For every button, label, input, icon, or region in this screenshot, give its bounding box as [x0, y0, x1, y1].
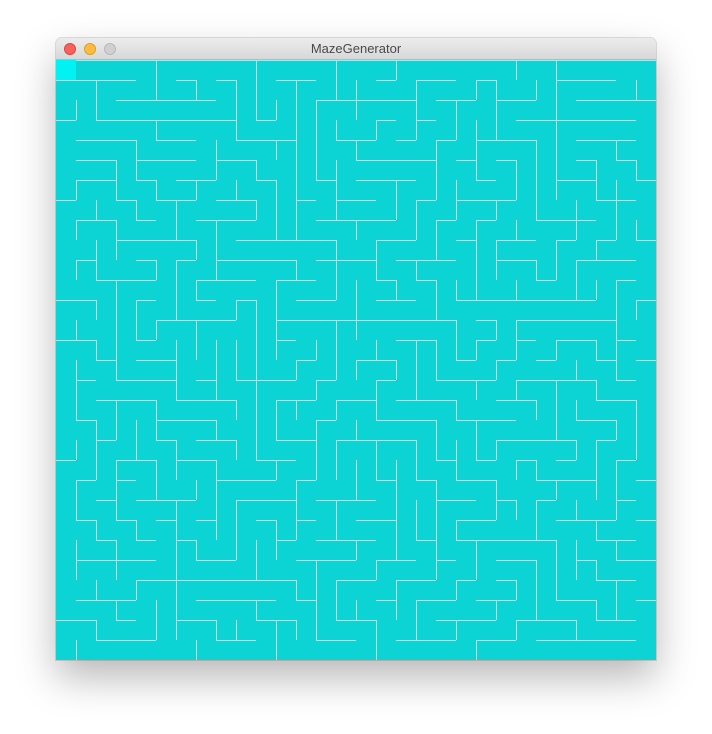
- maze-grid: [56, 60, 656, 660]
- current-cell: [56, 60, 76, 80]
- title-bar[interactable]: MazeGenerator: [56, 38, 656, 60]
- app-window: MazeGenerator: [56, 38, 656, 660]
- maze-canvas: [56, 60, 656, 660]
- window-title: MazeGenerator: [310, 41, 402, 56]
